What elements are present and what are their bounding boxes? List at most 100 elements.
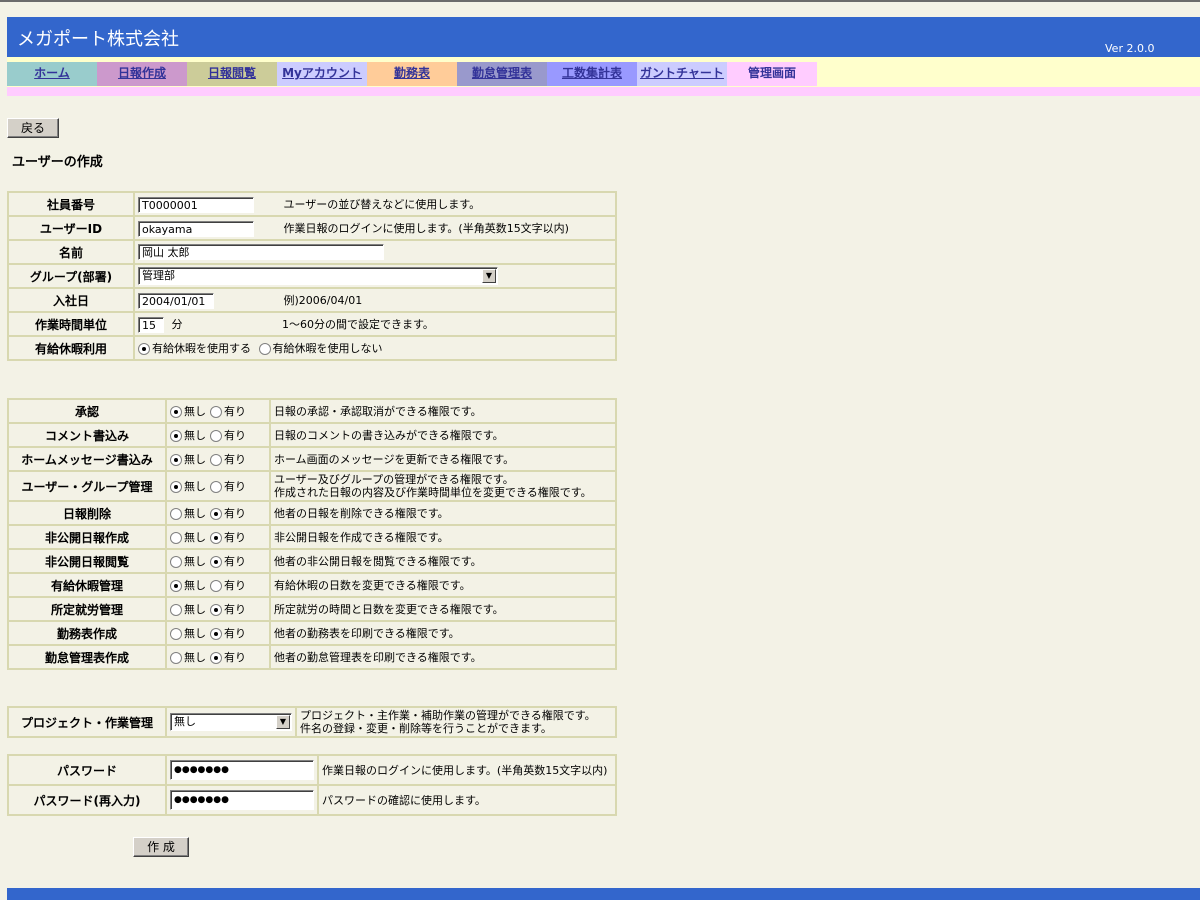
paid-leave-label: 有給休暇利用 [9, 337, 133, 359]
radio-checked-icon[interactable] [210, 508, 222, 520]
time-unit-input[interactable]: 15 [138, 316, 164, 333]
user-id-input[interactable]: okayama [138, 220, 254, 237]
permission-options: 無し 有り [167, 400, 269, 422]
chevron-down-icon[interactable]: ▼ [276, 715, 290, 729]
join-date-label: 入社日 [9, 289, 133, 311]
radio-checked-icon[interactable] [170, 481, 182, 493]
permission-label: コメント書込み [9, 424, 165, 446]
permission-yes-option[interactable]: 有り [210, 553, 246, 569]
radio-unchecked-icon[interactable] [170, 604, 182, 616]
radio-unchecked-icon[interactable] [210, 430, 222, 442]
permission-desc: 非公開日報を作成できる権限です。 [274, 530, 449, 544]
permission-desc: 他者の勤怠管理表を印刷できる権限です。 [274, 650, 482, 664]
tab-admin[interactable]: 管理画面 [727, 62, 817, 86]
project-select[interactable]: 無し ▼ [170, 713, 292, 731]
radio-unchecked-icon[interactable] [210, 580, 222, 592]
tab-attendance[interactable]: 勤怠管理表 [457, 62, 547, 86]
radio-unchecked-icon[interactable] [170, 652, 182, 664]
join-date-input[interactable]: 2004/01/01 [138, 292, 214, 309]
permission-none-option[interactable]: 無し [170, 553, 206, 569]
employee-no-input[interactable]: T0000001 [138, 196, 254, 213]
permission-yes-option[interactable]: 有り [210, 529, 246, 545]
permission-none-option[interactable]: 無し [170, 625, 206, 641]
radio-unchecked-icon[interactable] [210, 481, 222, 493]
chevron-down-icon[interactable]: ▼ [482, 269, 496, 283]
radio-unchecked-icon[interactable] [258, 343, 271, 355]
radio-unchecked-icon[interactable] [170, 628, 182, 640]
permission-yes-option[interactable]: 有り [210, 403, 246, 419]
permission-none-option[interactable]: 無し [170, 427, 206, 443]
radio-checked-icon[interactable] [210, 628, 222, 640]
join-date-desc: 例)2006/04/01 [283, 293, 363, 307]
permission-desc-cell: 非公開日報を作成できる権限です。 [271, 526, 615, 548]
permission-none-option[interactable]: 無し [170, 451, 206, 467]
permission-yes-option[interactable]: 有り [210, 451, 246, 467]
permission-row: ホームメッセージ書込み 無し 有り ホーム画面のメッセージを更新できる権限です。 [9, 448, 615, 470]
permission-yes-option[interactable]: 有り [210, 427, 246, 443]
paid-leave-nouse-option[interactable]: 有給休暇を使用しない [258, 340, 383, 356]
password-confirm-input[interactable]: ●●●●●●● [170, 790, 314, 810]
app-header: メガポート株式会社 Ver 2.0.0 [7, 17, 1200, 57]
tab-report-create[interactable]: 日報作成 [97, 62, 187, 86]
radio-checked-icon[interactable] [138, 343, 150, 355]
radio-checked-icon[interactable] [210, 532, 222, 544]
permission-none-option[interactable]: 無し [170, 478, 206, 494]
permission-none-option[interactable]: 無し [170, 505, 206, 521]
row-project: プロジェクト・作業管理 無し ▼ プロジェクト・主作業・補助作業の管理ができる権… [9, 708, 615, 736]
permission-yes-option[interactable]: 有り [210, 649, 246, 665]
permission-yes-option[interactable]: 有り [210, 601, 246, 617]
tab-report-view[interactable]: 日報閲覧 [187, 62, 277, 86]
permission-none-option[interactable]: 無し [170, 403, 206, 419]
permission-row: ユーザー・グループ管理 無し 有り ユーザー及びグループの管理ができる権限です。 作成さ… [9, 472, 615, 500]
permission-none-option[interactable]: 無し [170, 577, 206, 593]
permission-desc-cell: 他者の勤怠管理表を印刷できる権限です。 [271, 646, 615, 668]
radio-checked-icon[interactable] [210, 604, 222, 616]
password-input[interactable]: ●●●●●●● [170, 760, 314, 780]
radio-unchecked-icon[interactable] [170, 532, 182, 544]
permission-desc: 有給休暇の日数を変更できる権限です。 [274, 578, 471, 592]
radio-checked-icon[interactable] [210, 556, 222, 568]
back-button[interactable]: 戻る [7, 118, 59, 138]
tab-man-hours[interactable]: 工数集計表 [547, 62, 637, 86]
permission-desc: 日報のコメントの書き込みができる権限です。 [274, 428, 504, 442]
permission-options: 無し 有り [167, 526, 269, 548]
project-table: プロジェクト・作業管理 無し ▼ プロジェクト・主作業・補助作業の管理ができる権… [7, 706, 617, 738]
permission-row: 非公開日報作成 無し 有り 非公開日報を作成できる権限です。 [9, 526, 615, 548]
radio-unchecked-icon[interactable] [170, 508, 182, 520]
permission-desc: 所定就労の時間と日数を変更できる権限です。 [274, 602, 504, 616]
permission-row: 承認 無し 有り 日報の承認・承認取消ができる権限です。 [9, 400, 615, 422]
create-button[interactable]: 作 成 [133, 837, 189, 857]
radio-checked-icon[interactable] [170, 430, 182, 442]
group-select[interactable]: 管理部 ▼ [138, 267, 498, 285]
permission-options: 無し 有り [167, 598, 269, 620]
row-password: パスワード ●●●●●●● 作業日報のログインに使用します。(半角英数15文字以… [9, 756, 615, 784]
permission-yes-option[interactable]: 有り [210, 478, 246, 494]
project-label: プロジェクト・作業管理 [9, 708, 165, 736]
radio-checked-icon[interactable] [170, 454, 182, 466]
radio-unchecked-icon[interactable] [210, 454, 222, 466]
paid-leave-use-option[interactable]: 有給休暇を使用する [138, 340, 251, 356]
radio-checked-icon[interactable] [170, 406, 182, 418]
radio-checked-icon[interactable] [210, 652, 222, 664]
tab-work-schedule[interactable]: 勤務表 [367, 62, 457, 86]
permission-desc-cell: 他者の日報を削除できる権限です。 [271, 502, 615, 524]
permission-yes-option[interactable]: 有り [210, 625, 246, 641]
permission-yes-option[interactable]: 有り [210, 505, 246, 521]
tab-home[interactable]: ホーム [7, 62, 97, 86]
row-paid-leave: 有給休暇利用 有給休暇を使用する 有給休暇を使用しない [9, 337, 615, 359]
radio-unchecked-icon[interactable] [170, 556, 182, 568]
employee-no-desc: ユーザーの並び替えなどに使用します。 [283, 197, 481, 211]
radio-checked-icon[interactable] [170, 580, 182, 592]
tab-gantt[interactable]: ガントチャート [637, 62, 727, 86]
user-id-label: ユーザーID [9, 217, 133, 239]
permission-none-option[interactable]: 無し [170, 529, 206, 545]
group-select-value: 管理部 [142, 269, 175, 282]
permission-yes-option[interactable]: 有り [210, 577, 246, 593]
radio-unchecked-icon[interactable] [210, 406, 222, 418]
permission-none-option[interactable]: 無し [170, 649, 206, 665]
tab-my-account[interactable]: Myアカウント [277, 62, 367, 86]
company-title: メガポート株式会社 [17, 29, 179, 50]
permission-none-option[interactable]: 無し [170, 601, 206, 617]
name-input[interactable]: 岡山 太郎 [138, 244, 384, 260]
permission-row: 勤務表作成 無し 有り 他者の勤務表を印刷できる権限です。 [9, 622, 615, 644]
